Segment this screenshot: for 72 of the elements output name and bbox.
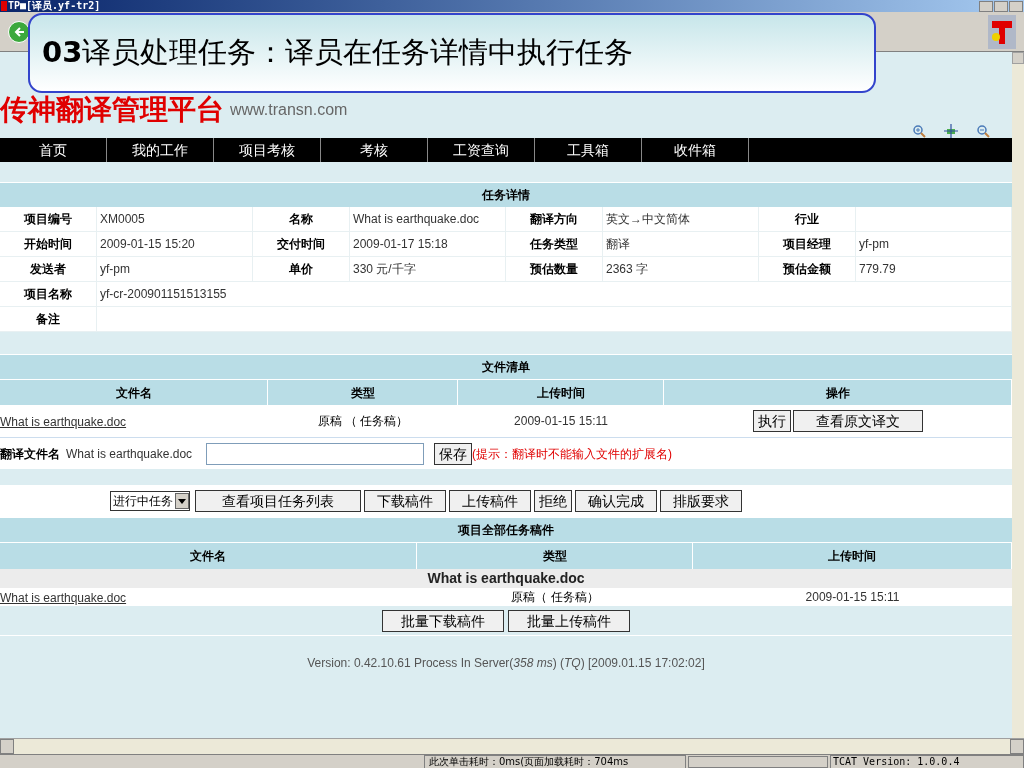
field-label: 交付时间 — [277, 236, 325, 253]
button[interactable]: 上传稿件 — [449, 490, 531, 512]
field-label: 项目编号 — [24, 211, 72, 228]
hint-text: (提示：翻译时不能输入文件的扩展名) — [472, 445, 673, 463]
site-url: www.transn.com — [230, 100, 348, 120]
field-label: 单价 — [289, 261, 313, 278]
button[interactable]: 保存 — [434, 442, 473, 465]
table-cell-text: 2009-01-15 15:11 — [513, 413, 609, 430]
field-value: XM0005 — [100, 211, 145, 228]
field-label: 预估金额 — [783, 261, 831, 278]
button[interactable]: 查看原文译文 — [793, 410, 923, 432]
section-header: 任务详情 — [0, 182, 1012, 207]
field-label: 备注 — [36, 311, 60, 328]
button[interactable]: 执行 — [753, 410, 791, 432]
button[interactable]: 下载稿件 — [364, 490, 446, 512]
button[interactable]: 批量下载稿件 — [382, 609, 504, 632]
section-header: 文件清单 — [0, 354, 1012, 379]
file-link[interactable]: What is earthquake.doc — [0, 591, 127, 605]
field-label: 名称 — [289, 211, 313, 228]
caret-icon[interactable] — [178, 498, 186, 504]
field-value: 330 元/千字 — [353, 261, 416, 278]
zoom-in-icon[interactable] — [912, 124, 926, 138]
window-title: TP■[译员.yf-tr2] — [8, 0, 101, 12]
field-label: 翻译方向 — [530, 211, 578, 228]
field-value: yf-cr-200901151513155 — [100, 286, 227, 303]
field-label: 任务类型 — [530, 236, 578, 253]
nav-link[interactable]: 工具箱 — [535, 138, 642, 162]
field-value: 翻译 — [606, 236, 630, 253]
status-text: 此次单击耗时：0ms(页面加载耗时：704ms — [424, 754, 686, 768]
button[interactable]: 排版要求 — [660, 490, 742, 512]
field-value: yf-pm — [859, 236, 889, 253]
button[interactable]: 拒绝 — [534, 490, 572, 512]
logo-name: 传神翻译管理平台 — [0, 96, 224, 124]
field-value: 2363 字 — [606, 261, 649, 278]
button[interactable]: 批量上传稿件 — [508, 609, 630, 632]
button[interactable]: 确认完成 — [575, 490, 657, 512]
field-label: 项目经理 — [783, 236, 831, 253]
version-text: Version: 0.42.10.61 Process In Server(358 ms) (TQ) [2009.01.15 17:02:02] — [306, 655, 706, 672]
nav-link[interactable]: 项目考核 — [214, 138, 321, 162]
group-title: What is earthquake.doc — [0, 569, 1012, 588]
field-value: 779.79 — [859, 261, 896, 278]
field-label: 发送者 — [30, 261, 66, 278]
field-label: 翻译文件名 — [0, 445, 60, 463]
field-label: 开始时间 — [24, 236, 72, 253]
status-text: TCAT Version: 1.0.0.4 — [830, 754, 1024, 768]
table-cell-text: 2009-01-15 15:11 — [804, 589, 901, 606]
field-label: 行业 — [795, 211, 819, 228]
file-link[interactable]: What is earthquake.doc — [0, 415, 127, 429]
input-field[interactable] — [206, 442, 425, 465]
table-cell-text: 原稿（ 任务稿） — [510, 589, 600, 606]
zoom-out-icon[interactable] — [976, 124, 990, 138]
status-dropdown[interactable]: 进行中任务 — [110, 491, 190, 511]
field-value: 2009-01-15 15:20 — [100, 236, 195, 253]
nav-link[interactable]: 收件箱 — [642, 138, 749, 162]
callout-text: 03译员处理任务：译员在任务详情中执行任务 — [42, 34, 634, 72]
nav-link[interactable]: 首页 — [0, 138, 107, 162]
field-value: What is earthquake.doc — [66, 445, 193, 463]
table-cell-text: 原稿 （ 任务稿） — [316, 413, 410, 430]
nav-link[interactable]: 我的工作 — [107, 138, 214, 162]
t-logo-icon[interactable] — [988, 14, 1016, 49]
app-icon — [1, 1, 7, 11]
nav-link[interactable]: 工资查询 — [428, 138, 535, 162]
back-icon[interactable] — [8, 20, 30, 43]
field-value: yf-pm — [100, 261, 130, 278]
section-header: 项目全部任务稿件 — [0, 517, 1012, 542]
field-label: 项目名称 — [24, 286, 72, 303]
field-label: 预估数量 — [530, 261, 578, 278]
field-value: 2009-01-17 15:18 — [353, 236, 448, 253]
button[interactable]: 查看项目任务列表 — [195, 490, 361, 512]
field-value: 英文→中文简体 — [606, 211, 690, 228]
field-value: What is earthquake.doc — [353, 211, 480, 228]
nav-link[interactable]: 考核 — [321, 138, 428, 162]
